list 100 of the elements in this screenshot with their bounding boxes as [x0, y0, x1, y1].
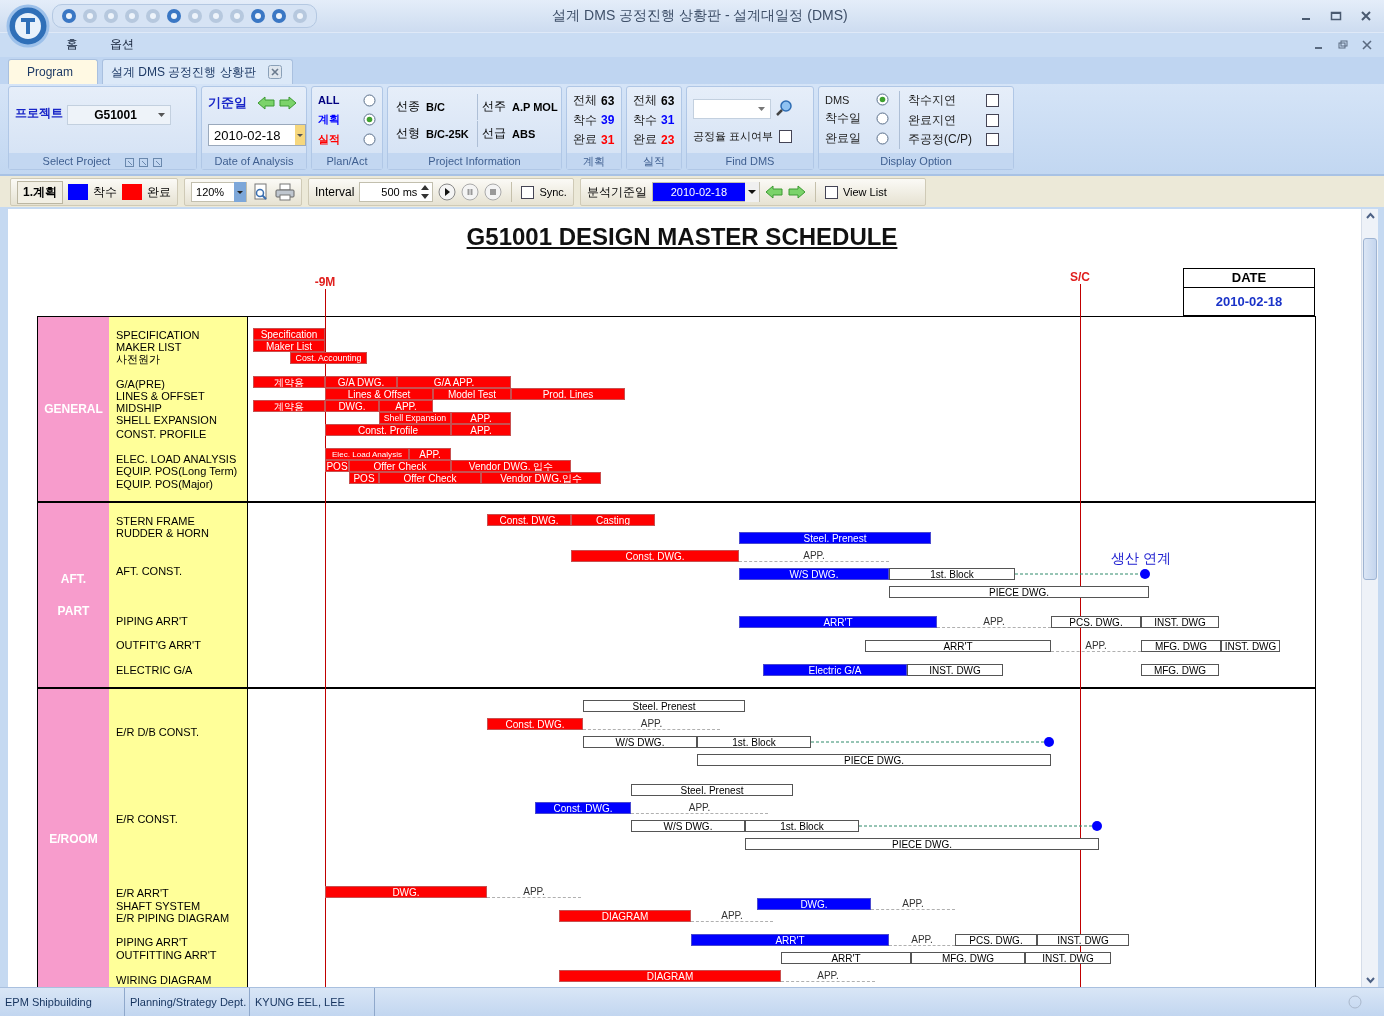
- caret-icon[interactable]: [158, 113, 165, 118]
- arrow-right-icon[interactable]: [279, 96, 297, 111]
- play-icon[interactable]: [438, 183, 457, 202]
- row-label: SPECIFICATION: [116, 328, 200, 343]
- option-label: 계획: [318, 111, 340, 127]
- pending-label: APP.: [631, 802, 768, 815]
- stop-icon[interactable]: [484, 183, 503, 202]
- row-label: E/R D/B CONST.: [116, 725, 200, 740]
- outline-bar: 1st. Block: [745, 820, 859, 833]
- pending-label: APP.: [583, 718, 720, 731]
- plan-bar: Const. DWG.: [487, 514, 571, 527]
- outline-bar: INST. DWG: [907, 664, 1003, 677]
- checkbox[interactable]: [986, 133, 999, 147]
- count-label: 완료: [633, 131, 657, 149]
- radio-button[interactable]: [876, 111, 889, 125]
- option-label: 실적: [318, 131, 340, 147]
- checkbox[interactable]: [824, 185, 838, 199]
- mode-button[interactable]: 1.계획: [17, 180, 63, 204]
- count-value: 63: [601, 93, 615, 108]
- maximize-icon[interactable]: [1330, 9, 1342, 22]
- plan-bar: 계약용: [253, 400, 325, 413]
- checkbox[interactable]: [986, 94, 999, 108]
- scroll-thumb[interactable]: [1363, 238, 1377, 581]
- plan-bar: Lines & Offset: [325, 388, 433, 401]
- row-label: ELEC. LOAD ANALYSIS: [116, 452, 237, 467]
- zoom-dropdown[interactable]: 120%: [191, 182, 247, 203]
- arrow-left-icon[interactable]: [257, 96, 275, 111]
- row-label: MIDSHIP: [116, 401, 162, 416]
- date-field[interactable]: 2010-02-18: [208, 124, 306, 147]
- plan-bar: POS: [349, 472, 379, 485]
- option-label: 착수일: [825, 109, 861, 127]
- plan-bar: Const. Profile: [325, 424, 451, 437]
- caret-icon[interactable]: [234, 182, 246, 203]
- quick-access-drawing[interactable]: [52, 3, 317, 28]
- count-label: 완료: [573, 131, 597, 149]
- count-value: 31: [661, 113, 675, 128]
- outline-bar: W/S DWG.: [631, 820, 745, 833]
- dialog-launcher-icon[interactable]: [153, 157, 163, 167]
- actual-bar: Steel. Prenest: [739, 532, 931, 545]
- plan-bar: DWG.: [325, 886, 487, 899]
- group-caption: Plan/Act: [326, 155, 368, 168]
- outline-bar: MFG. DWG: [911, 952, 1025, 965]
- arrow-left-icon[interactable]: [764, 185, 783, 200]
- legend-label: 착수: [93, 183, 117, 201]
- radio-button[interactable]: [363, 112, 376, 126]
- group-caption: Display Option: [880, 155, 952, 168]
- arrow-right-icon[interactable]: [787, 185, 806, 200]
- checkbox[interactable]: [986, 113, 999, 127]
- print-preview-icon[interactable]: [252, 183, 270, 202]
- plan-bar: POS: [325, 460, 349, 473]
- plan-bar: DIAGRAM: [559, 970, 781, 983]
- checkbox[interactable]: [779, 130, 793, 143]
- plan-bar: APP.: [409, 448, 451, 461]
- row-label: CONST. PROFILE: [116, 427, 207, 442]
- count-value: 23: [661, 132, 675, 147]
- restore-icon[interactable]: [1338, 39, 1348, 50]
- close-icon[interactable]: [267, 65, 282, 80]
- info-value: B/C: [426, 100, 445, 113]
- group-caption: 실적: [643, 153, 665, 169]
- radio-button[interactable]: [363, 93, 376, 107]
- section-name: GENERAL: [44, 401, 103, 419]
- tab[interactable]: 설계 DMS 공정진행 상황판: [102, 59, 293, 85]
- count-label: 착수: [633, 111, 657, 129]
- plan-bar: APP.: [451, 424, 511, 437]
- tab[interactable]: Program: [8, 59, 98, 85]
- close-icon[interactable]: [1362, 39, 1372, 50]
- pending-label: APP.: [487, 886, 581, 899]
- menu-item[interactable]: 옵션: [110, 36, 134, 54]
- checkbox[interactable]: [521, 185, 535, 199]
- row-label: EQUIP. POS(Major): [116, 477, 213, 492]
- search-icon[interactable]: [775, 98, 793, 117]
- plan-bar: APP.: [451, 412, 511, 425]
- radio-button[interactable]: [876, 93, 889, 107]
- radio-button[interactable]: [363, 132, 376, 146]
- outline-bar: INST. DWG: [1025, 952, 1111, 965]
- row-label: SHAFT SYSTEM: [116, 899, 201, 914]
- date-value: 2010-02-18: [1215, 294, 1283, 310]
- project-dropdown[interactable]: G51001: [67, 105, 171, 126]
- row-label: WIRING DIAGRAM: [116, 973, 212, 988]
- actual-bar: ARR'T: [739, 616, 937, 629]
- dialog-launcher-icon[interactable]: [139, 157, 149, 167]
- pending-label: APP.: [871, 898, 955, 911]
- printer-icon[interactable]: [275, 183, 295, 202]
- status-icon: [1348, 995, 1362, 1010]
- plan-bar: Cost. Accounting: [290, 352, 367, 365]
- interval-spinner[interactable]: 500 ms: [359, 182, 434, 203]
- close-icon[interactable]: [1360, 9, 1372, 22]
- analysis-date-dropdown[interactable]: 2010-02-18: [651, 182, 760, 203]
- plan-bar: Model Test: [433, 388, 511, 401]
- count-value: 39: [601, 113, 615, 128]
- menu-item[interactable]: 홈: [66, 36, 78, 54]
- scrollbar[interactable]: [1361, 209, 1378, 988]
- outline-bar: W/S DWG.: [583, 736, 697, 749]
- radio-button[interactable]: [876, 132, 889, 146]
- plan-bar: Const. DWG.: [487, 718, 583, 731]
- row-label: EQUIP. POS(Long Term): [116, 464, 238, 479]
- row-label: SHELL EXPANSION: [116, 413, 217, 428]
- row-label: G/A(PRE): [116, 377, 165, 392]
- dialog-launcher-icon[interactable]: [125, 157, 135, 167]
- group-caption: 계획: [583, 153, 605, 169]
